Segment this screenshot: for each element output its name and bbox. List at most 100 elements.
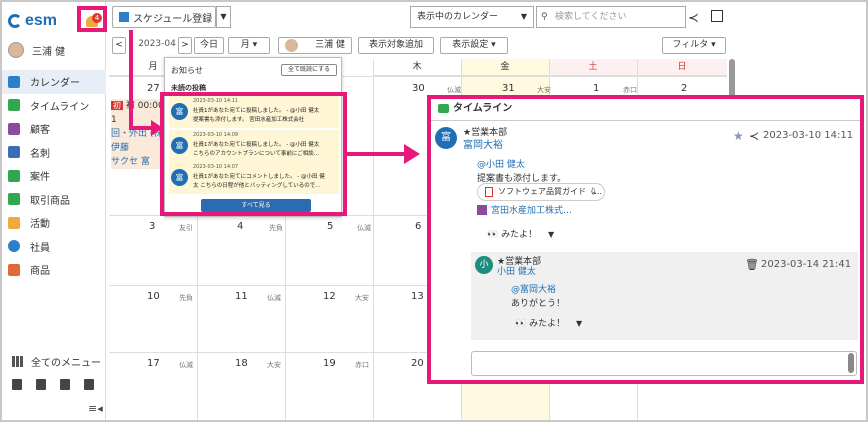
timeline-reply: 小 ★営業本部 小田 健太 🗑 2023-03-14 21:41 @富岡大裕 あ…: [471, 252, 858, 340]
header-sunday: 日: [637, 59, 727, 76]
add-target-button[interactable]: 表示対象追加: [358, 37, 434, 54]
filter-button[interactable]: フィルタ ▾: [662, 37, 726, 54]
schedule-register-button[interactable]: スケジュール登録: [112, 6, 216, 28]
table-icon[interactable]: [84, 379, 94, 390]
app-logo[interactable]: esm: [8, 12, 57, 30]
schedule-dropdown-button[interactable]: ▼: [216, 6, 231, 28]
day-number[interactable]: 5: [327, 221, 333, 232]
avatar[interactable]: 富: [435, 127, 457, 149]
mention-link[interactable]: @小田 健太: [477, 157, 525, 170]
reply-author[interactable]: 小田 健太: [497, 264, 536, 277]
comment-input[interactable]: [471, 351, 857, 376]
day-number[interactable]: 6: [415, 221, 421, 232]
day-number[interactable]: 13: [411, 291, 424, 302]
calendar-select[interactable]: 表示中のカレンダー ▼: [410, 6, 534, 28]
file-name: ソフトウェア品質ガイド（…: [498, 187, 602, 196]
sidebar-item-label: 名刺: [30, 148, 50, 160]
day-number[interactable]: 4: [237, 221, 243, 232]
chevron-down-icon: ▼: [520, 12, 527, 21]
company-name: 宮田水産加工株式…: [491, 206, 573, 216]
reply-timestamp: 2023-03-14 21:41: [761, 259, 852, 270]
bookmark-icon[interactable]: [12, 379, 22, 390]
wrench-icon[interactable]: [60, 379, 70, 390]
trash-icon[interactable]: 🗑: [745, 258, 759, 271]
calendar-scrollbar[interactable]: [729, 59, 735, 99]
day-number[interactable]: 27: [147, 83, 160, 94]
event-tag: 初: [111, 101, 123, 110]
reaction-button[interactable]: 👀 みたよ！ ▼: [515, 316, 582, 329]
chat-icon[interactable]: [36, 379, 46, 390]
sidebar-item-activity[interactable]: 活動: [2, 211, 106, 235]
mark-all-read-button[interactable]: 全て既読にする: [281, 64, 337, 76]
header-saturday: 土: [549, 59, 637, 76]
sidebar-item-label: 取引商品: [30, 195, 70, 207]
reaction-button[interactable]: 👀 みたよ！ ▼: [487, 227, 554, 240]
sidebar-item-product[interactable]: 商品: [2, 258, 106, 282]
eyes-icon: 👀: [515, 319, 527, 329]
avatar[interactable]: 小: [475, 256, 493, 274]
rokuyo-label: 先負: [269, 224, 283, 232]
day-number[interactable]: 12: [323, 291, 336, 302]
rokuyo-label: 赤口: [355, 361, 369, 369]
bottom-icon-bar: [12, 379, 94, 390]
grid-icon: [12, 356, 23, 367]
rokuyo-label: 赤口: [623, 86, 637, 94]
open-external-icon[interactable]: [711, 10, 723, 22]
annotation-arrow: [129, 126, 153, 130]
avatar: [285, 39, 298, 52]
star-icon[interactable]: ★: [733, 129, 744, 143]
post-timestamp: 2023-03-10 14:11: [763, 130, 854, 141]
day-number[interactable]: 10: [147, 291, 160, 302]
sidebar-item-label: カレンダー: [30, 78, 80, 90]
rokuyo-label: 仏滅: [357, 224, 371, 232]
notice-highlight-box: [160, 92, 347, 216]
day-number[interactable]: 2: [681, 83, 687, 94]
day-number[interactable]: 31: [502, 83, 515, 94]
rokuyo-label: 仏滅: [447, 86, 461, 94]
sidebar-item-customer[interactable]: 顧客: [2, 117, 106, 141]
schedule-register-label: スケジュール登録: [133, 13, 213, 25]
sidebar-item-employee[interactable]: 社員: [2, 235, 106, 259]
day-number[interactable]: 11: [235, 291, 248, 302]
post-author[interactable]: 富岡大裕: [463, 136, 503, 151]
share-icon[interactable]: ≺: [688, 11, 699, 26]
user-profile[interactable]: 三浦 健: [8, 42, 65, 58]
prev-month-button[interactable]: <: [112, 37, 126, 54]
sidebar-item-timeline[interactable]: タイムライン: [2, 94, 106, 118]
sidebar-item-label: 案件: [30, 172, 50, 184]
display-settings-button[interactable]: 表示設定 ▾: [440, 37, 508, 54]
sidebar-item-trade-product[interactable]: 取引商品: [2, 188, 106, 212]
collapse-sidebar-icon[interactable]: ≡◂: [88, 402, 103, 415]
company-link[interactable]: 宮田水産加工株式…: [477, 203, 572, 216]
sidebar-item-business-card[interactable]: 名刺: [2, 141, 106, 165]
person-select[interactable]: 三浦 健: [278, 37, 352, 54]
day-number[interactable]: 19: [323, 358, 336, 369]
day-number[interactable]: 17: [147, 358, 160, 369]
reply-body: ありがとう！: [511, 299, 566, 309]
share-icon[interactable]: ≺: [749, 129, 759, 143]
day-number[interactable]: 30: [412, 83, 425, 94]
view-select[interactable]: 月 ▾: [228, 37, 270, 54]
sidebar: esm 4 三浦 健 カレンダー タイムライン 顧客 名刺 案件 取引商品 活動…: [2, 2, 106, 420]
attachment-file[interactable]: ソフトウェア品質ガイド（… ⤓: [477, 183, 605, 201]
mention-link[interactable]: @富岡大裕: [511, 282, 556, 295]
day-number[interactable]: 1: [593, 83, 599, 94]
today-button[interactable]: 今日: [194, 37, 224, 54]
sidebar-item-label: 商品: [30, 266, 50, 278]
timeline-panel: タイムライン 富 ★営業本部 富岡大裕 ★ ≺ 2023-03-10 14:11…: [427, 95, 864, 384]
folder-icon: [8, 169, 20, 182]
day-number[interactable]: 3: [149, 221, 155, 232]
sidebar-item-calendar[interactable]: カレンダー: [2, 70, 106, 94]
rokuyo-label: 大安: [355, 294, 369, 302]
business-card-icon: [8, 146, 20, 159]
next-month-button[interactable]: >: [178, 37, 192, 54]
all-menu-button[interactable]: 全てのメニュー: [12, 354, 101, 369]
day-number[interactable]: 18: [235, 358, 248, 369]
day-number[interactable]: 20: [411, 358, 424, 369]
rokuyo-label: 先負: [179, 294, 193, 302]
sidebar-item-deal[interactable]: 案件: [2, 164, 106, 188]
search-input[interactable]: ⚲ 検索してください: [536, 6, 686, 28]
annotation-arrow: [129, 30, 133, 130]
download-icon[interactable]: ⤓: [592, 184, 596, 200]
input-scrollbar[interactable]: [848, 353, 854, 373]
